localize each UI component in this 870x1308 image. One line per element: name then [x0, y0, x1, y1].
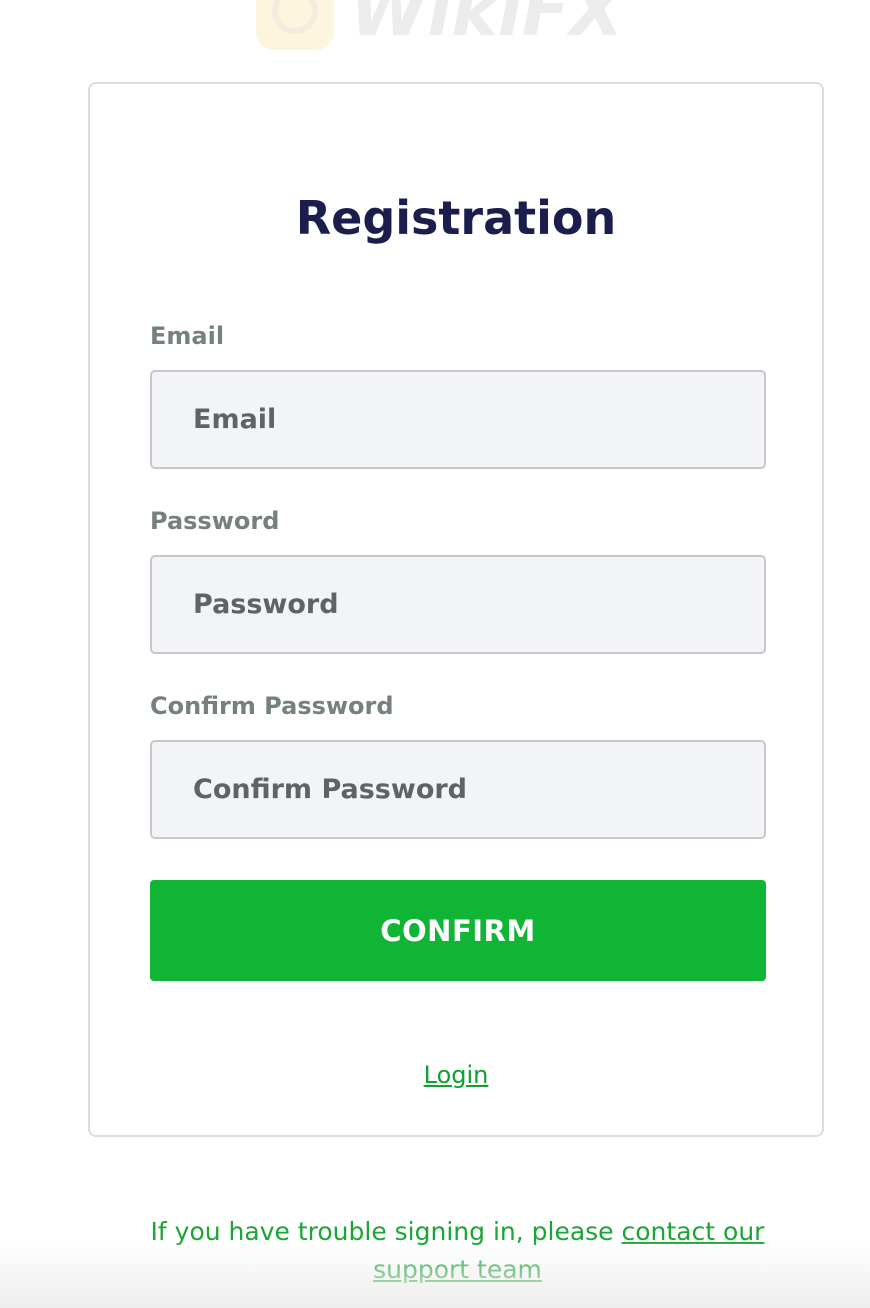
wikifx-logo-icon [256, 0, 334, 50]
page-title: Registration [295, 191, 617, 245]
password-field[interactable] [150, 555, 766, 654]
login-link[interactable]: Login [424, 1061, 489, 1089]
confirm-password-field[interactable] [150, 740, 766, 839]
support-message: If you have trouble signing in, please c… [130, 1213, 785, 1289]
confirm-password-label: Confirm Password [150, 692, 394, 720]
watermark-wikifx: WikiFX [256, 0, 624, 52]
support-text: If you have trouble signing in, please [150, 1217, 614, 1246]
email-label: Email [150, 322, 225, 350]
confirm-button[interactable]: CONFIRM [150, 880, 766, 981]
watermark-text: WikiFX [350, 0, 624, 52]
registration-card: Registration Email Password Confirm Pass… [88, 82, 824, 1137]
login-link-row: Login [90, 1060, 822, 1090]
password-label: Password [150, 507, 280, 535]
email-field[interactable] [150, 370, 766, 469]
